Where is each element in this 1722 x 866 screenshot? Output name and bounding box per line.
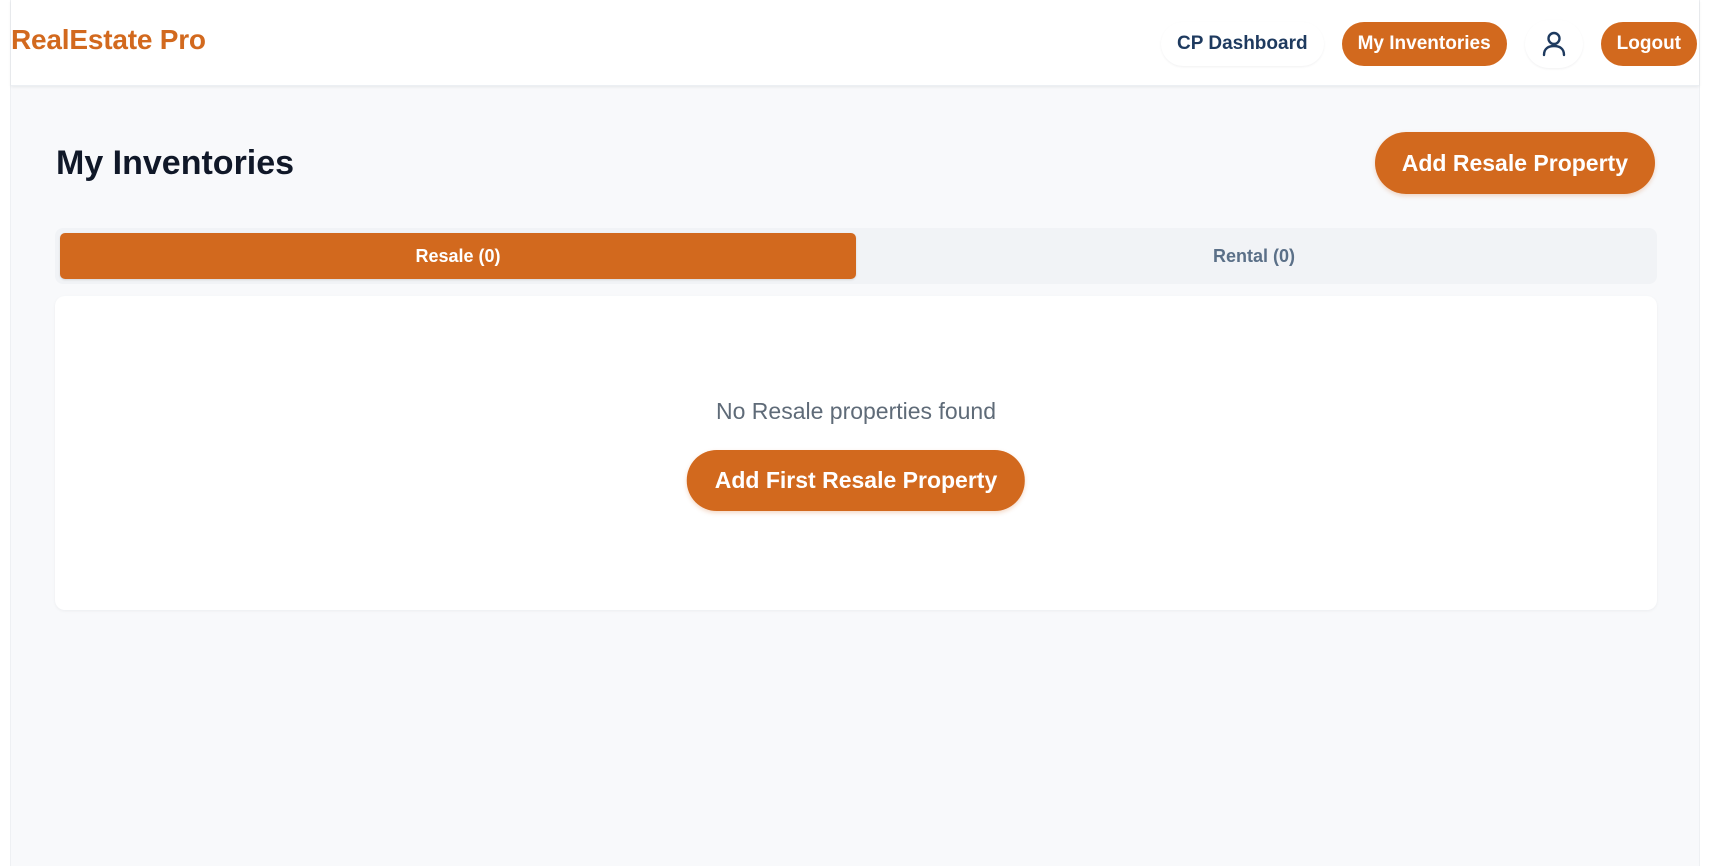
- page-title: My Inventories: [56, 144, 295, 182]
- top-navbar: RealEstate Pro CP Dashboard My Inventori…: [11, 0, 1699, 86]
- logout-button[interactable]: Logout: [1600, 22, 1697, 66]
- nav-actions: CP Dashboard My Inventories Logout: [1161, 20, 1697, 68]
- inventory-tabs: Resale (0) Rental (0): [55, 228, 1657, 284]
- empty-state-message: No Resale properties found: [716, 398, 996, 424]
- app-frame: RealEstate Pro CP Dashboard My Inventori…: [10, 0, 1700, 866]
- profile-button[interactable]: [1524, 20, 1583, 68]
- tab-rental[interactable]: Rental (0): [856, 233, 1652, 279]
- brand-logo[interactable]: RealEstate Pro: [11, 24, 206, 56]
- tab-resale[interactable]: Resale (0): [60, 233, 856, 279]
- my-inventories-button[interactable]: My Inventories: [1341, 22, 1507, 66]
- cp-dashboard-button[interactable]: CP Dashboard: [1161, 22, 1324, 66]
- add-first-resale-property-button[interactable]: Add First Resale Property: [686, 450, 1026, 511]
- add-resale-property-button[interactable]: Add Resale Property: [1374, 132, 1655, 194]
- empty-state-card: No Resale properties found Add First Res…: [55, 296, 1657, 610]
- user-icon: [1542, 31, 1565, 57]
